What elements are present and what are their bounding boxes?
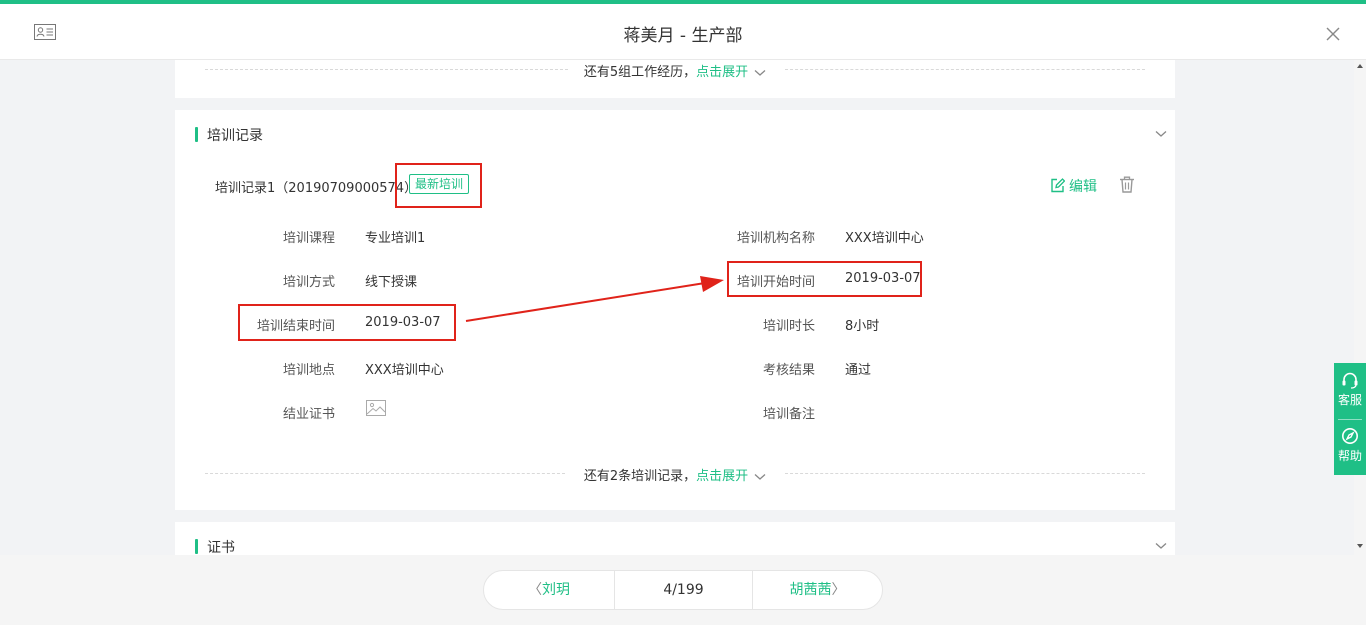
training-expand-link[interactable]: 点击展开 (696, 469, 748, 484)
work-expand-link[interactable]: 点击展开 (696, 65, 748, 80)
content-scroll-area[interactable]: 还有5组工作经历，点击展开 培训记录 培训记录1（20190709000574）… (0, 60, 1366, 555)
field-label-course: 培训课程 (282, 231, 335, 246)
field-value-result: 通过 (845, 363, 872, 378)
edit-button-label: 编辑 (1069, 179, 1097, 195)
next-record-name: 胡茜茜 (789, 582, 832, 598)
chevron-left-icon: 〈 (528, 582, 542, 598)
field-label-start-time: 培训开始时间 (736, 275, 815, 290)
side-toolbar: 客服 帮助 (1334, 363, 1366, 475)
compass-icon (1342, 428, 1358, 444)
work-experience-panel: 还有5组工作经历，点击展开 (175, 60, 1175, 98)
field-label-duration: 培训时长 (762, 319, 815, 334)
chevron-down-icon[interactable] (754, 473, 766, 481)
training-record-title: 培训记录1（20190709000574） (215, 181, 418, 196)
field-label-certificate: 结业证书 (282, 407, 335, 422)
field-value-location: XXX培训中心 (365, 363, 444, 378)
certificate-section-header: 证书 (195, 537, 235, 555)
field-label-location: 培训地点 (282, 363, 335, 378)
latest-training-badge: 最新培训 (409, 174, 470, 194)
chevron-right-icon: 〉 (831, 582, 846, 598)
next-record-button[interactable]: 胡茜茜〉 (753, 571, 882, 609)
chevron-down-icon[interactable] (754, 69, 766, 77)
scroll-down-arrow[interactable] (1357, 544, 1363, 548)
training-section-header: 培训记录 (195, 125, 263, 145)
training-section-title: 培训记录 (207, 128, 263, 144)
certificate-panel: 证书 (175, 522, 1175, 555)
chevron-down-icon[interactable] (1155, 130, 1167, 138)
scroll-up-arrow[interactable] (1357, 64, 1363, 68)
prev-record-name: 刘玥 (542, 582, 570, 598)
prev-record-button[interactable]: 〈刘玥 (484, 571, 614, 609)
edit-icon (1051, 178, 1066, 193)
field-label-remark: 培训备注 (762, 407, 815, 422)
image-icon[interactable] (366, 400, 386, 416)
training-panel: 培训记录 培训记录1（20190709000574） 最新培训 编辑 培训课程 … (175, 110, 1175, 510)
vertical-scrollbar[interactable] (1354, 60, 1366, 555)
field-value-duration: 8小时 (845, 319, 880, 334)
edit-button[interactable]: 编辑 (1050, 176, 1097, 196)
field-label-end-time: 培训结束时间 (256, 319, 335, 334)
customer-service-button[interactable]: 客服 (1334, 363, 1366, 419)
footer-bar: 〈刘玥 4/199 胡茜茜〉 (0, 555, 1366, 625)
field-value-institution: XXX培训中心 (845, 231, 924, 246)
page-title: 蒋美月 - 生产部 (623, 26, 743, 46)
help-label: 帮助 (1337, 449, 1362, 463)
certificate-section-title: 证书 (207, 540, 235, 555)
trash-icon[interactable] (1119, 176, 1135, 193)
record-pager: 〈刘玥 4/199 胡茜茜〉 (483, 570, 883, 610)
customer-service-label: 客服 (1337, 393, 1362, 407)
field-label-method: 培训方式 (282, 275, 335, 290)
training-more-row: 还有2条培训记录，点击展开 (205, 464, 1145, 484)
work-more-row: 还有5组工作经历，点击展开 (205, 60, 1145, 80)
training-more-text: 还有2条培训记录， (583, 469, 697, 484)
chevron-down-icon[interactable] (1155, 542, 1167, 550)
modal-header: 蒋美月 - 生产部 (0, 4, 1366, 60)
field-value-method: 线下授课 (365, 275, 418, 290)
field-label-result: 考核结果 (762, 363, 815, 378)
close-icon[interactable] (1326, 27, 1340, 41)
work-more-text: 还有5组工作经历， (583, 65, 697, 80)
field-value-end-time: 2019-03-07 (365, 315, 441, 330)
headset-icon (1342, 372, 1358, 389)
help-button[interactable]: 帮助 (1334, 419, 1366, 475)
field-label-institution: 培训机构名称 (736, 231, 815, 246)
field-value-start-time: 2019-03-07 (845, 271, 921, 286)
record-counter: 4/199 (614, 571, 753, 609)
field-value-course: 专业培训1 (365, 231, 426, 246)
